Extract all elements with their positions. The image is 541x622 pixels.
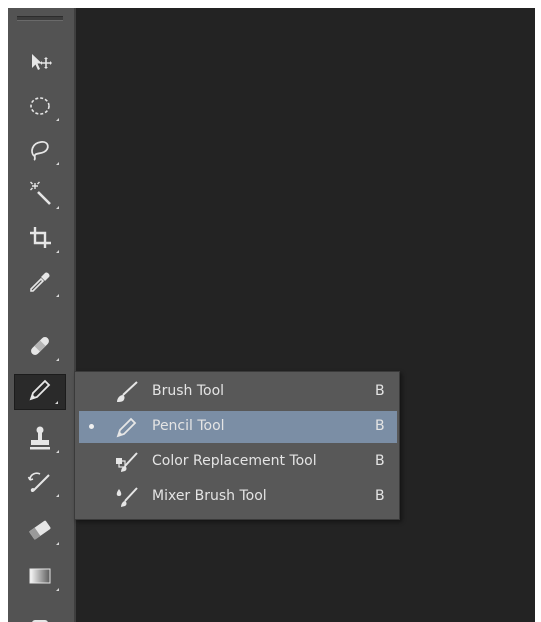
flyout-item-label: Pencil Tool — [152, 418, 225, 434]
move-icon — [26, 48, 54, 80]
flyout-item-shortcut: B — [375, 418, 385, 434]
clone-stamp-tool-button[interactable] — [14, 422, 66, 458]
bandage-icon — [26, 332, 54, 364]
submenu-indicator — [56, 294, 59, 297]
lasso-icon — [26, 136, 54, 168]
ellipse-marquee-icon — [26, 92, 54, 124]
panel-grip[interactable] — [17, 16, 63, 21]
eraser-icon — [26, 516, 54, 548]
flyout-item-shortcut: B — [375, 383, 385, 399]
flyout-item-shortcut: B — [375, 453, 385, 469]
brush-tools-flyout-menu: Brush Tool B Pencil Tool B Color Replace… — [74, 371, 400, 520]
elliptical-marquee-tool-button[interactable] — [14, 90, 66, 126]
submenu-indicator — [56, 162, 59, 165]
eyedropper-tool-button[interactable] — [14, 266, 66, 302]
flyout-item-shortcut: B — [375, 488, 385, 504]
flyout-item-mixer-brush-tool[interactable]: Mixer Brush Tool B — [79, 481, 397, 513]
submenu-indicator — [55, 401, 58, 404]
flyout-item-label: Color Replacement Tool — [152, 453, 317, 469]
submenu-indicator — [56, 118, 59, 121]
submenu-indicator — [56, 542, 59, 545]
tools-panel — [8, 8, 76, 622]
eyedropper-icon — [26, 268, 54, 300]
application-window: Brush Tool B Pencil Tool B Color Replace… — [8, 8, 535, 622]
submenu-indicator — [56, 494, 59, 497]
selected-bullet-icon — [89, 424, 94, 429]
color-replacement-icon — [113, 449, 141, 475]
move-tool-button[interactable] — [14, 46, 66, 82]
submenu-indicator — [56, 206, 59, 209]
gradient-icon — [26, 562, 54, 594]
submenu-indicator — [56, 450, 59, 453]
flyout-item-color-replacement-tool[interactable]: Color Replacement Tool B — [79, 446, 397, 478]
stamp-icon — [26, 424, 54, 456]
healing-brush-tool-button[interactable] — [14, 330, 66, 366]
mixer-brush-icon — [113, 484, 141, 510]
magic-wand-tool-button[interactable] — [14, 178, 66, 214]
pencil-tool-button[interactable] — [14, 374, 66, 410]
magic-wand-icon — [26, 180, 54, 212]
flyout-item-pencil-tool[interactable]: Pencil Tool B — [79, 411, 397, 443]
brush-icon — [113, 379, 141, 405]
crop-tool-button[interactable] — [14, 222, 66, 258]
flyout-item-label: Brush Tool — [152, 383, 225, 399]
partial-tool-icon — [26, 608, 54, 622]
pencil-icon — [113, 414, 141, 440]
submenu-indicator — [56, 588, 59, 591]
submenu-indicator — [56, 250, 59, 253]
history-brush-tool-button[interactable] — [14, 466, 66, 502]
history-brush-icon — [26, 468, 54, 500]
eraser-tool-button[interactable] — [14, 514, 66, 550]
next-tool-button[interactable] — [14, 606, 66, 622]
crop-icon — [26, 224, 54, 256]
pencil-icon — [26, 376, 54, 408]
flyout-item-brush-tool[interactable]: Brush Tool B — [79, 376, 397, 408]
gradient-tool-button[interactable] — [14, 560, 66, 596]
lasso-tool-button[interactable] — [14, 134, 66, 170]
flyout-item-label: Mixer Brush Tool — [152, 488, 267, 504]
submenu-indicator — [56, 358, 59, 361]
